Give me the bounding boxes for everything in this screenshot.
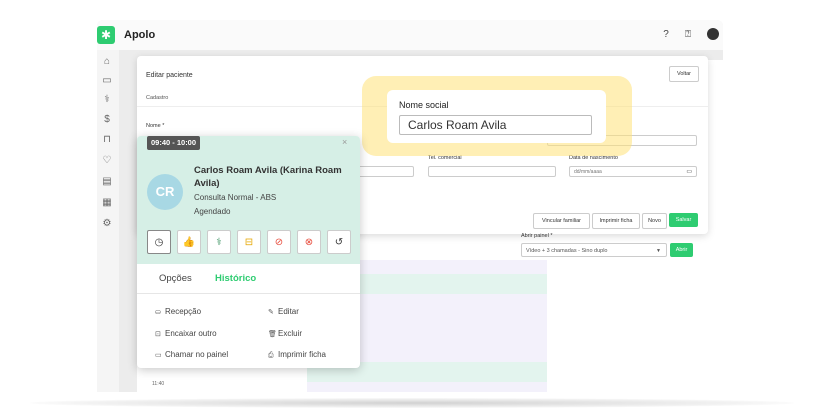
frame-shadow: [30, 398, 794, 408]
reception-option[interactable]: ⛀ Recepção: [155, 307, 201, 316]
table-icon[interactable]: ▦: [99, 195, 115, 211]
app-title: Apolo: [124, 29, 156, 41]
cancel-icon[interactable]: ⊘: [267, 230, 291, 254]
history-icon[interactable]: ↺: [327, 230, 351, 254]
calendar-icon[interactable]: ▭: [686, 167, 692, 178]
stethoscope-icon[interactable]: ⚕: [99, 92, 115, 108]
calendar-icon[interactable]: ▭: [99, 73, 115, 89]
action-bar: ◷ 👍 ⚕ ⊟ ⊘ ⊗ ↺: [147, 230, 351, 256]
appointment-time: 09:40 - 10:00: [147, 136, 201, 150]
tab-cadastro[interactable]: Cadastro: [146, 95, 168, 101]
print-option[interactable]: ⎙ Imprimir ficha: [268, 350, 326, 360]
dollar-icon[interactable]: $: [99, 112, 115, 128]
fit-other-option[interactable]: ⊡ Encaixar outro: [155, 329, 217, 338]
save-button[interactable]: Salvar: [669, 213, 698, 227]
social-name-input[interactable]: Carlos Roam Avila: [399, 115, 592, 135]
trash-icon: 🗑: [268, 331, 277, 338]
pencil-icon: ✎: [268, 309, 274, 316]
open-panel-button[interactable]: Abrir: [670, 243, 693, 257]
inbox-icon[interactable]: ⊟: [237, 230, 261, 254]
print-form-button[interactable]: Imprimir ficha: [592, 213, 640, 229]
thumbs-up-icon[interactable]: 👍: [177, 230, 201, 254]
edit-option[interactable]: ✎ Editar: [268, 307, 299, 316]
heart-icon[interactable]: ♡: [99, 153, 115, 169]
delete-option[interactable]: 🗑Excluir: [268, 329, 302, 338]
social-name-label: Nome social: [399, 100, 449, 110]
bag-icon[interactable]: ⊓: [99, 132, 115, 148]
user-avatar[interactable]: [707, 28, 719, 40]
printer-icon: ⎙: [268, 352, 274, 359]
new-button[interactable]: Novo: [642, 213, 667, 229]
name-label: Nome *: [146, 123, 165, 129]
panel-select-value: Vídeo + 3 chamadas - Sino duplo: [526, 248, 608, 254]
app-logo-icon[interactable]: ✱: [97, 26, 115, 44]
chevron-down-icon: ▼: [656, 248, 661, 254]
monitor-icon: ▭: [155, 352, 162, 359]
print-label: Imprimir ficha: [278, 350, 327, 359]
call-panel-label: Chamar no painel: [165, 350, 229, 359]
avatar: CR: [147, 174, 183, 210]
social-name-callout: Nome social Carlos Roam Avila: [387, 90, 606, 143]
modal-title: Editar paciente: [146, 72, 193, 79]
phone-field[interactable]: [428, 166, 556, 177]
panel-select[interactable]: Vídeo + 3 chamadas - Sino duplo ▼: [521, 243, 667, 257]
tab-history[interactable]: Histórico: [215, 273, 256, 284]
reception-icon: ⛀: [155, 309, 161, 316]
reception-label: Recepção: [165, 307, 202, 316]
panel-label: Abrir painel *: [521, 233, 553, 239]
settings-icon[interactable]: ⚙: [99, 216, 115, 232]
fit-icon: ⊡: [155, 331, 161, 338]
appointment-popup: 09:40 - 10:00 × CR Carlos Roam Avila (Ka…: [137, 136, 360, 368]
back-button[interactable]: Voltar: [669, 66, 699, 82]
edit-label: Editar: [278, 307, 299, 316]
delete-label: Excluir: [278, 329, 303, 338]
link-family-button[interactable]: Vincular familiar: [533, 213, 590, 229]
birth-date-field[interactable]: dd/mm/aaaa ▭: [569, 166, 697, 177]
appointment-tabs: Opções Histórico: [137, 264, 360, 294]
phone-field-prev[interactable]: [357, 166, 414, 177]
chat-icon[interactable]: ⍰: [681, 28, 695, 42]
report-icon[interactable]: ▤: [99, 174, 115, 190]
help-icon[interactable]: ?: [659, 28, 673, 42]
appointment-header: 09:40 - 10:00 × CR Carlos Roam Avila (Ka…: [137, 136, 360, 264]
top-bar: ✱ Apolo ? ⍰: [97, 20, 723, 50]
tabs-divider: [137, 293, 360, 294]
home-icon[interactable]: ⌂: [99, 54, 115, 70]
time-slot-label: 11:40: [152, 381, 165, 387]
service-name: Consulta Normal - ABS: [194, 193, 277, 202]
status-text: Agendado: [194, 207, 231, 216]
fit-other-label: Encaixar outro: [165, 329, 217, 338]
patient-name: Carlos Roam Avila (Karina Roam Avila): [194, 165, 342, 189]
close-icon[interactable]: ×: [342, 137, 347, 147]
close-circle-icon[interactable]: ⊗: [297, 230, 321, 254]
tab-options[interactable]: Opções: [159, 273, 192, 284]
sidebar: ⌂ ▭ ⚕ $ ⊓ ♡ ▤ ▦ ⚙: [97, 50, 119, 392]
call-panel-option[interactable]: ▭ Chamar no painel: [155, 350, 228, 359]
birth-placeholder: dd/mm/aaaa: [574, 169, 602, 175]
right-panel: [553, 250, 723, 392]
stethoscope-icon[interactable]: ⚕: [207, 230, 231, 254]
clock-icon[interactable]: ◷: [147, 230, 171, 254]
